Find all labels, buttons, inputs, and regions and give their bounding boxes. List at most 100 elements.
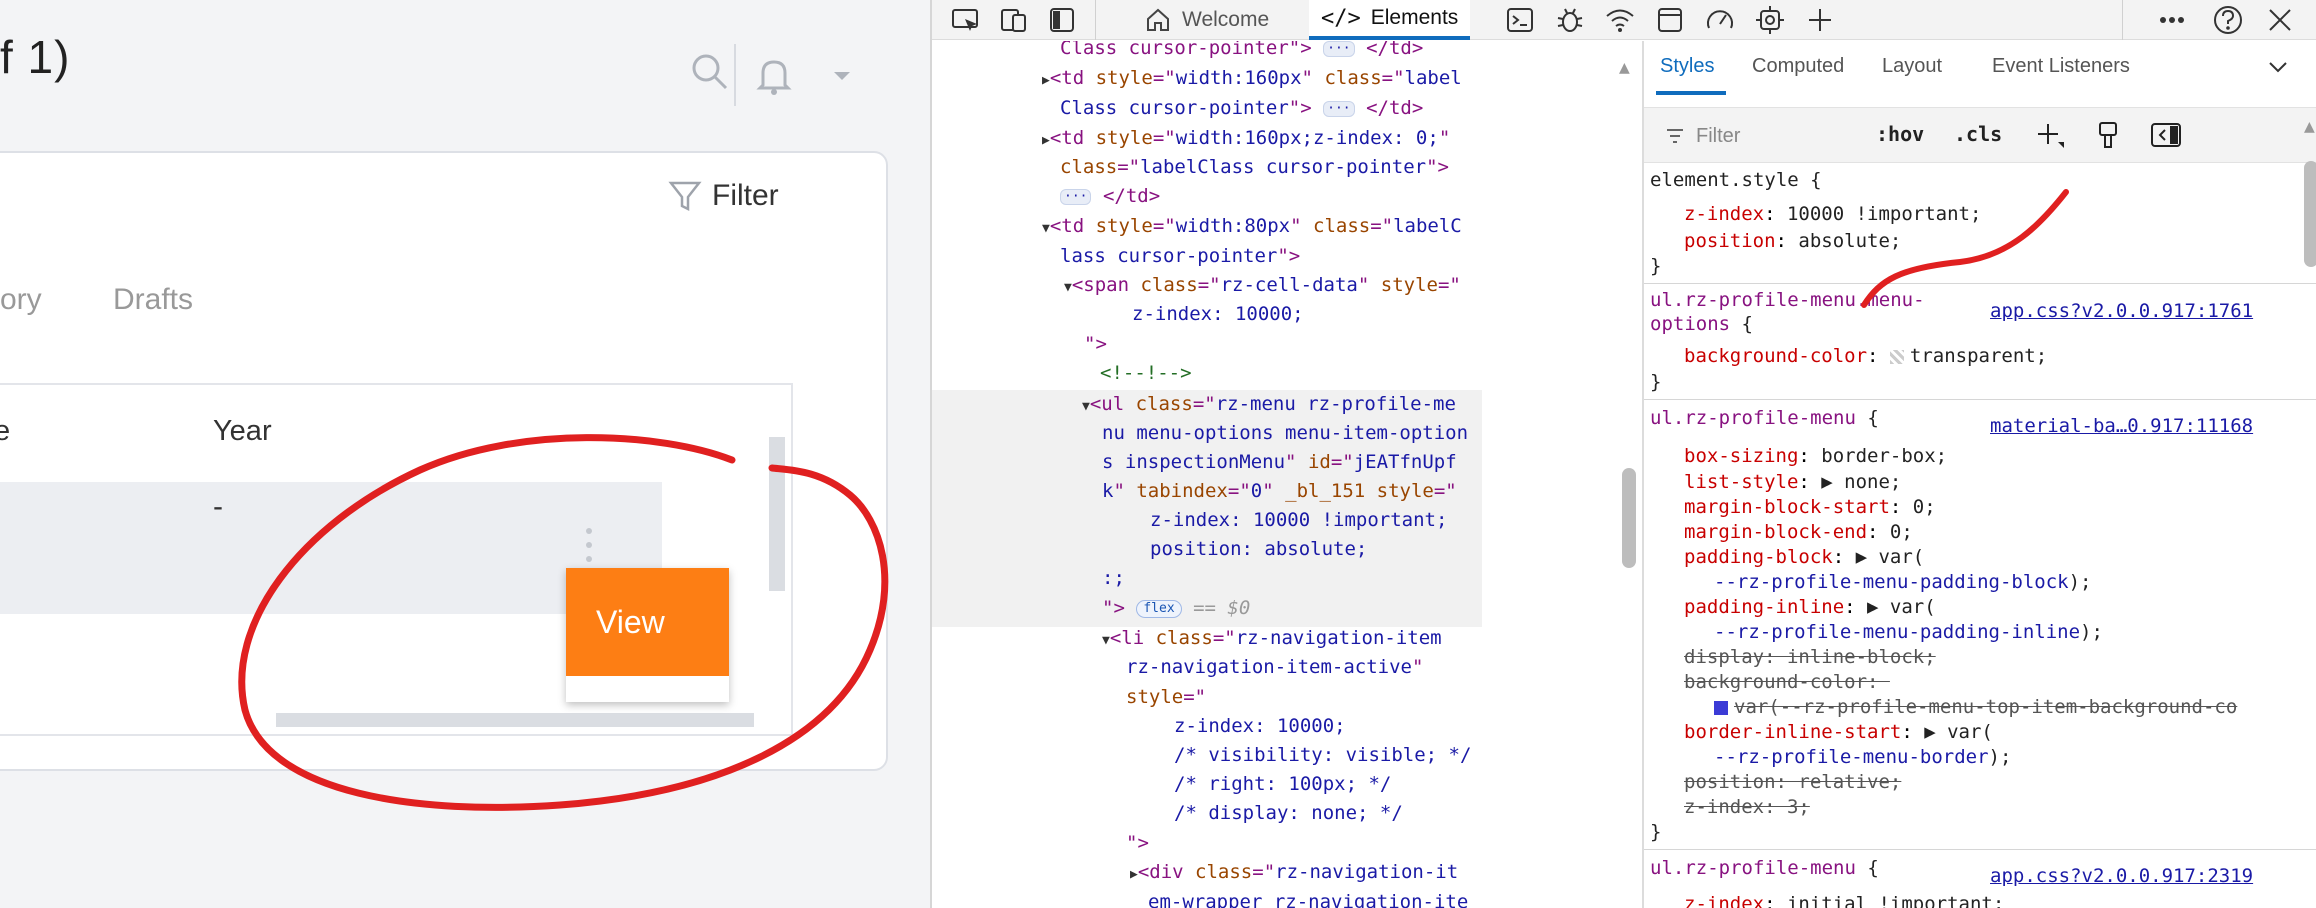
css-declaration[interactable]: padding-inline: ▶ var( <box>1684 596 1936 618</box>
css-declaration[interactable]: margin-block-end: 0; <box>1684 521 1913 543</box>
dom-line[interactable]: ▼<span class="rz-cell-data" style=" <box>1064 275 1461 295</box>
dom-line[interactable]: lass cursor-pointer"> <box>1060 246 1300 266</box>
dom-line-selected[interactable]: ▼<ul class="rz-menu rz-profile-me <box>1082 394 1456 414</box>
color-swatch[interactable] <box>1714 700 1728 715</box>
dom-line[interactable]: ▼<li class="rz-navigation-item <box>1102 628 1442 648</box>
paint-brush-icon[interactable] <box>2096 120 2120 154</box>
styles-scroll-thumb[interactable] <box>2304 161 2316 267</box>
css-declaration-overridden[interactable]: position: relative; <box>1684 771 1901 793</box>
css-value-var[interactable]: var(--rz-profile-menu-top-item-backgroun… <box>1714 696 2237 718</box>
dom-line[interactable]: z-index: 10000; <box>1132 304 1304 324</box>
hov-toggle[interactable]: :hov <box>1876 122 1924 146</box>
dom-line[interactable]: ▶<td style="width:160px" class="label <box>1042 68 1462 88</box>
computed-sidebar-icon[interactable] <box>2150 122 2182 152</box>
dom-line[interactable]: Class cursor-pointer"> ··· </td> <box>1060 41 1423 58</box>
css-declaration[interactable]: margin-block-start: 0; <box>1684 496 1936 518</box>
css-rule-selector[interactable]: options { <box>1650 313 1753 335</box>
tab-styles[interactable]: Styles <box>1660 55 1714 78</box>
network-icon[interactable] <box>1602 4 1638 36</box>
dom-line[interactable]: style=" <box>1126 687 1206 707</box>
dom-line[interactable]: z-index: 10000; <box>1174 716 1346 736</box>
tab-layout[interactable]: Layout <box>1882 55 1942 78</box>
css-declaration[interactable]: background-color: transparent; <box>1684 345 2047 367</box>
dom-line[interactable]: "> <box>1126 833 1149 853</box>
css-declaration[interactable]: box-sizing: border-box; <box>1684 445 1947 467</box>
dom-line[interactable]: em-wrapper rz-navigation-ite <box>1148 892 1468 908</box>
css-value-var[interactable]: --rz-profile-menu-border); <box>1714 746 2011 768</box>
tab-history[interactable]: ory <box>0 283 42 317</box>
dom-line[interactable]: ··· </td> <box>1060 186 1160 206</box>
css-value-var[interactable]: --rz-profile-menu-padding-block); <box>1714 571 2092 593</box>
dom-line[interactable]: "> flex == $0 <box>1102 598 1250 618</box>
add-tool-icon[interactable] <box>1802 4 1838 36</box>
scroll-up-arrow-icon[interactable]: ▲ <box>2304 119 2315 135</box>
dom-line[interactable]: :; <box>1102 568 1125 588</box>
css-rule-selector[interactable]: ul.rz-profile-menu { <box>1650 857 1879 879</box>
tab-welcome[interactable]: Welcome <box>1132 0 1281 40</box>
application-icon[interactable] <box>1652 4 1688 36</box>
table-row[interactable] <box>0 482 662 614</box>
css-rule-selector[interactable]: ul.rz-profile-menu { <box>1650 407 1879 429</box>
css-source-link[interactable]: app.css?v2.0.0.917:2319 <box>1990 865 2253 887</box>
search-icon[interactable] <box>690 52 730 96</box>
device-emulation-icon[interactable] <box>996 4 1032 36</box>
dom-line[interactable]: /* visibility: visible; */ <box>1174 745 1471 765</box>
css-declaration[interactable]: position: absolute; <box>1684 230 1901 252</box>
table-vertical-scrollbar[interactable] <box>769 437 785 591</box>
chevron-down-icon[interactable] <box>832 67 852 86</box>
elements-scroll-thumb[interactable] <box>1622 468 1636 568</box>
css-declaration[interactable]: list-style: ▶ none; <box>1684 471 1901 493</box>
elements-dom-tree[interactable]: Class cursor-pointer"> ··· </td> ▶<td st… <box>932 41 1492 908</box>
dom-line[interactable]: <!--!--> <box>1100 363 1192 383</box>
dom-line[interactable]: rz-navigation-item-active" <box>1126 657 1423 677</box>
css-source-link[interactable]: app.css?v2.0.0.917:1761 <box>1990 300 2253 322</box>
dom-line[interactable]: class="labelClass cursor-pointer"> <box>1060 157 1449 177</box>
css-value-var[interactable]: --rz-profile-menu-padding-inline); <box>1714 621 2103 643</box>
dom-line[interactable]: ▼<td style="width:80px" class="labelC <box>1042 216 1462 236</box>
styles-filter-input[interactable]: Filter <box>1656 116 1866 156</box>
help-icon[interactable] <box>2210 4 2246 36</box>
dom-line[interactable]: ▶<div class="rz-navigation-it <box>1130 862 1458 882</box>
sidebar-toggle-icon[interactable] <box>1044 4 1080 36</box>
dom-line[interactable]: "> <box>1084 334 1107 354</box>
new-style-rule-icon[interactable] <box>2036 120 2066 154</box>
close-icon[interactable] <box>2262 4 2298 36</box>
tab-computed[interactable]: Computed <box>1752 55 1844 78</box>
css-declaration[interactable]: z-index: initial !important; <box>1684 893 2004 908</box>
sources-bug-icon[interactable] <box>1552 4 1588 36</box>
settings-gear-icon[interactable] <box>1752 4 1788 36</box>
console-icon[interactable] <box>1502 4 1538 36</box>
performance-icon[interactable] <box>1702 4 1738 36</box>
css-declaration-overridden[interactable]: background-color: <box>1684 671 1890 693</box>
dom-line[interactable]: position: absolute; <box>1150 539 1367 559</box>
dom-line[interactable]: z-index: 10000 !important; <box>1150 510 1447 530</box>
table-horizontal-scrollbar[interactable] <box>276 713 754 727</box>
filter-button[interactable]: Filter <box>668 171 808 221</box>
tab-drafts[interactable]: Drafts <box>113 283 193 317</box>
css-declaration[interactable]: z-index: 10000 !important; <box>1684 203 1981 225</box>
row-actions-icon[interactable] <box>582 524 596 568</box>
flex-badge[interactable]: flex <box>1136 599 1182 618</box>
dom-line[interactable]: /* display: none; */ <box>1174 803 1403 823</box>
chevron-down-icon[interactable] <box>2268 59 2288 78</box>
css-declaration[interactable]: padding-block: ▶ var( <box>1684 546 1924 568</box>
dom-line[interactable]: /* right: 100px; */ <box>1174 774 1391 794</box>
dom-line[interactable]: ▶<td style="width:160px;z-index: 0;" <box>1042 128 1450 148</box>
tab-elements[interactable]: </> Elements <box>1309 0 1471 40</box>
css-declaration[interactable]: border-inline-start: ▶ var( <box>1684 721 1993 743</box>
css-declaration-overridden[interactable]: display: inline-block; <box>1684 646 1936 668</box>
tab-event-listeners[interactable]: Event Listeners <box>1992 55 2130 78</box>
dom-line[interactable]: Class cursor-pointer"> ··· </td> <box>1060 98 1423 118</box>
view-menu-item[interactable]: View <box>566 568 729 676</box>
scroll-up-arrow-icon[interactable]: ▲ <box>1619 60 1630 76</box>
dom-line[interactable]: nu menu-options menu-item-option <box>1102 423 1468 443</box>
inspect-icon[interactable] <box>948 4 984 36</box>
more-icon[interactable] <box>2154 4 2190 36</box>
css-source-link[interactable]: material-ba…0.917:11168 <box>1990 415 2253 437</box>
dom-line[interactable]: s inspectionMenu" id="jEATfnUpf <box>1102 452 1457 472</box>
bell-icon[interactable] <box>756 56 792 100</box>
css-declaration-overridden[interactable]: z-index: 3; <box>1684 796 1810 818</box>
css-rule-selector[interactable]: element.style { <box>1650 169 1822 191</box>
css-rule-selector[interactable]: ul.rz-profile-menu.menu- <box>1650 289 1925 311</box>
dom-line[interactable]: k" tabindex="0" _bl_151 style=" <box>1102 481 1457 501</box>
